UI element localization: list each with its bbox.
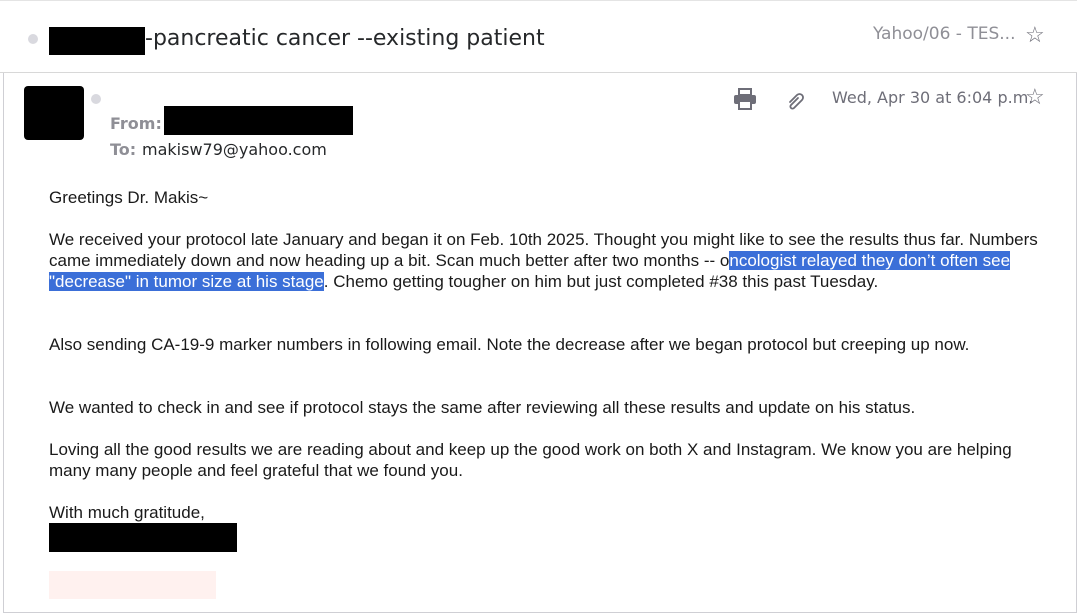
attachment-icon[interactable] xyxy=(785,90,807,117)
message-date: Wed, Apr 30 at 6:04 p.m. xyxy=(832,88,1034,107)
paragraph-3: We wanted to check in and see if protoco… xyxy=(49,398,916,417)
to-label: To: xyxy=(110,140,137,159)
avatar xyxy=(24,86,84,140)
thread-subject: -pancreatic cancer --existing patient xyxy=(145,26,545,51)
paragraph-4: Loving all the good results we are readi… xyxy=(49,440,1012,480)
from-label: From: xyxy=(110,114,162,133)
paragraph-2: Also sending CA-19-9 marker numbers in f… xyxy=(49,335,970,354)
redacted-sender xyxy=(164,106,353,135)
unread-dot-icon xyxy=(28,34,38,44)
star-icon[interactable]: ☆ xyxy=(1025,24,1045,46)
signoff: With much gratitude, xyxy=(49,503,205,522)
embedded-content xyxy=(49,571,216,599)
star-icon[interactable]: ☆ xyxy=(1025,86,1045,108)
redacted-signature xyxy=(49,523,237,552)
paragraph-1-end: . Chemo getting tougher on him but just … xyxy=(323,272,879,291)
to-address[interactable]: makisw79@yahoo.com xyxy=(142,140,327,159)
print-icon[interactable] xyxy=(733,88,757,115)
folder-label[interactable]: Yahoo/06 - TES... xyxy=(873,24,1015,44)
greeting: Greetings Dr. Makis~ xyxy=(49,188,209,207)
redacted-name-subject xyxy=(49,27,145,55)
paragraph-1: We received your protocol late January a… xyxy=(49,229,1039,292)
status-dot-icon xyxy=(91,94,101,104)
